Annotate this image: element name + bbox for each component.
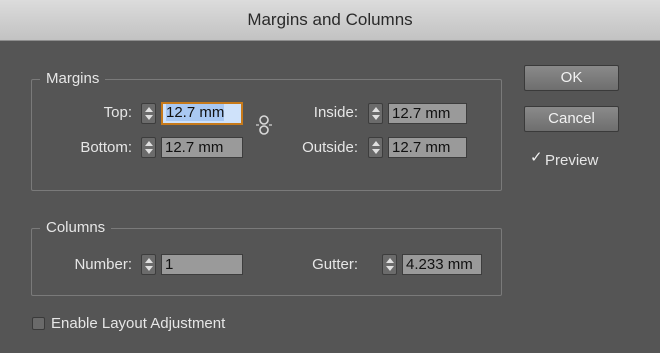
layout-adjustment-checkbox[interactable]: [32, 317, 45, 330]
layout-adjustment-label[interactable]: Enable Layout Adjustment: [51, 315, 225, 332]
bottom-label: Bottom:: [80, 139, 132, 156]
gutter-input[interactable]: 4.233 mm: [402, 254, 482, 275]
gutter-stepper[interactable]: [382, 254, 397, 275]
inside-input[interactable]: 12.7 mm: [388, 103, 467, 124]
top-label: Top:: [103, 104, 132, 121]
inside-stepper[interactable]: [368, 103, 383, 124]
top-input[interactable]: 12.7 mm: [161, 102, 243, 125]
dialog-title: Margins and Columns: [247, 10, 413, 29]
number-stepper[interactable]: [141, 254, 156, 275]
bottom-input[interactable]: 12.7 mm: [161, 137, 243, 158]
gutter-label: Gutter:: [312, 256, 358, 273]
checkmark-icon: ✓: [530, 149, 543, 166]
outside-stepper[interactable]: [368, 137, 383, 158]
margins-columns-dialog: Margins and Columns Margins Top: 12.7 mm…: [0, 0, 660, 353]
outside-input[interactable]: 12.7 mm: [388, 137, 467, 158]
cancel-button[interactable]: Cancel: [524, 106, 619, 132]
inside-label: Inside:: [313, 104, 358, 121]
number-input[interactable]: 1: [161, 254, 243, 275]
number-label: Number:: [74, 256, 132, 273]
chain-link-icon[interactable]: [255, 114, 273, 136]
outside-label: Outside:: [302, 139, 358, 156]
bottom-stepper[interactable]: [141, 137, 156, 158]
ok-button[interactable]: OK: [524, 65, 619, 91]
preview-checkbox[interactable]: ✓: [529, 149, 543, 166]
preview-label[interactable]: Preview: [545, 152, 598, 169]
columns-group-label: Columns: [40, 219, 112, 236]
title-bar[interactable]: Margins and Columns: [0, 0, 660, 41]
top-stepper[interactable]: [141, 103, 156, 124]
margins-group-label: Margins: [40, 70, 106, 87]
